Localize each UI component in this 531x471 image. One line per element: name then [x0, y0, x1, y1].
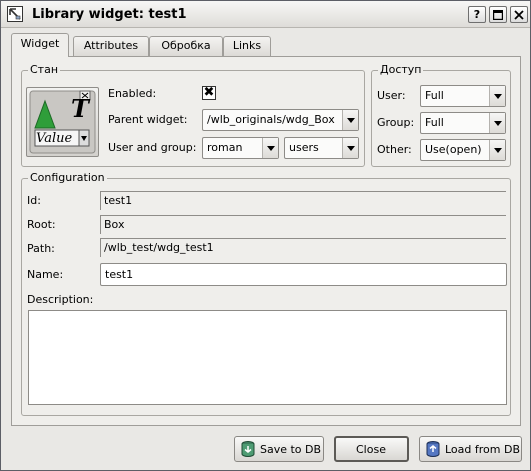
help-button[interactable]: ?	[468, 6, 486, 23]
id-label: Id:	[27, 194, 41, 207]
window-app-icon	[7, 6, 23, 22]
widget-tab-panel: Стан T Value Enabled: ✖ Parent widget: /…	[11, 56, 521, 426]
name-value: test1	[105, 268, 134, 281]
id-value: test1	[104, 194, 133, 207]
access-user-value: Full	[425, 89, 444, 102]
close-button-label: Close	[356, 443, 386, 456]
stan-group: Стан T Value Enabled: ✖ Parent widget: /…	[21, 63, 365, 167]
save-to-db-button[interactable]: Save to DB	[234, 436, 324, 462]
access-other-label: Other:	[377, 143, 412, 156]
window-title: Library widget: test1	[32, 7, 187, 22]
parent-widget-value: /wlb_originals/wdg_Box	[207, 113, 335, 126]
enabled-checkbox[interactable]: ✖	[202, 86, 216, 100]
owner-group-select[interactable]: users	[284, 137, 359, 159]
access-user-select[interactable]: Full	[420, 85, 506, 107]
database-load-icon	[426, 441, 440, 457]
root-value: Box	[104, 218, 125, 231]
database-save-icon	[241, 441, 255, 457]
description-textarea[interactable]	[28, 310, 507, 405]
enabled-label: Enabled:	[108, 87, 157, 100]
access-other-value: Use(open)	[425, 143, 482, 156]
access-group-value: Full	[425, 116, 444, 129]
tab-links[interactable]: Links	[223, 36, 271, 56]
configuration-group-title: Configuration	[28, 171, 107, 184]
save-to-db-label: Save to DB	[260, 443, 322, 456]
tab-obrobka[interactable]: Обробка	[149, 36, 223, 56]
dostup-group: Доступ User: Full Group: Full Other: Use…	[371, 63, 511, 167]
root-field[interactable]: Box	[100, 215, 506, 234]
root-label: Root:	[27, 218, 56, 231]
close-icon	[514, 10, 524, 20]
access-other-select[interactable]: Use(open)	[420, 139, 506, 161]
access-group-label: Group:	[377, 116, 415, 129]
path-label: Path:	[27, 242, 55, 255]
close-window-button[interactable]	[510, 6, 528, 23]
chevron-down-icon	[262, 138, 278, 158]
chevron-down-icon	[489, 113, 505, 133]
close-button[interactable]: Close	[334, 436, 409, 462]
widget-preview-icon[interactable]: T Value	[26, 87, 99, 157]
chevron-down-icon	[342, 110, 358, 130]
access-group-select[interactable]: Full	[420, 112, 506, 134]
user-group-label: User and group:	[108, 141, 197, 154]
description-label: Description:	[27, 293, 94, 306]
library-widget-window: Library widget: test1 ? Widget Attribute…	[0, 0, 531, 471]
tab-attributes[interactable]: Attributes	[73, 36, 149, 56]
load-from-db-button[interactable]: Load from DB	[419, 436, 522, 462]
access-user-label: User:	[377, 89, 406, 102]
id-field[interactable]: test1	[100, 191, 506, 210]
name-label: Name:	[27, 268, 64, 281]
parent-widget-label: Parent widget:	[108, 113, 188, 126]
owner-user-select[interactable]: roman	[202, 137, 279, 159]
maximize-button[interactable]	[489, 6, 507, 23]
maximize-icon	[492, 9, 504, 21]
dostup-group-title: Доступ	[378, 63, 424, 76]
stan-group-title: Стан	[28, 63, 61, 76]
owner-group-value: users	[289, 141, 319, 154]
chevron-down-icon	[489, 140, 505, 160]
path-field[interactable]: /wlb_test/wdg_test1	[100, 238, 506, 257]
chevron-down-icon	[489, 86, 505, 106]
name-input[interactable]: test1	[100, 263, 507, 286]
chevron-down-icon	[342, 138, 358, 158]
configuration-group: Configuration Id: test1 Root: Box Path: …	[21, 171, 511, 416]
tab-widget[interactable]: Widget	[11, 33, 69, 57]
path-value: /wlb_test/wdg_test1	[104, 241, 214, 254]
icon-value-text: Value	[36, 131, 73, 146]
icon-letter-t: T	[71, 94, 89, 123]
owner-user-value: roman	[207, 141, 243, 154]
load-from-db-label: Load from DB	[445, 443, 520, 456]
parent-widget-select[interactable]: /wlb_originals/wdg_Box	[202, 109, 359, 131]
title-bar[interactable]: Library widget: test1 ?	[1, 1, 530, 28]
